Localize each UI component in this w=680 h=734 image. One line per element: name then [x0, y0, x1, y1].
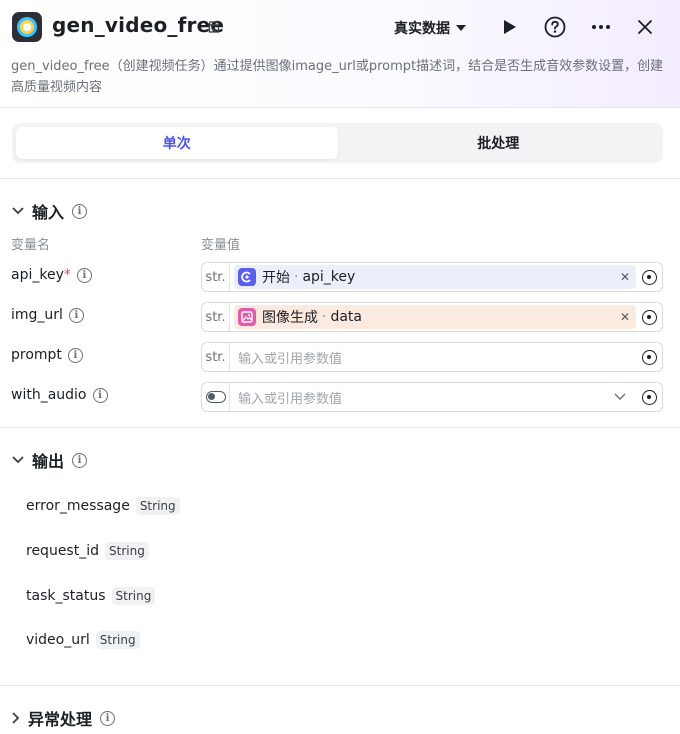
chevron-down-icon[interactable] [614, 393, 626, 401]
target-icon [641, 309, 657, 325]
param-name: img_url [11, 307, 63, 323]
col-variable-value: 变量值 [201, 238, 241, 253]
output-name: request_id [26, 543, 99, 559]
output-type-badge: String [105, 542, 149, 560]
tab-batch[interactable]: 批处理 [338, 127, 660, 159]
play-icon [504, 20, 516, 34]
clear-reference-icon[interactable]: ✕ [620, 270, 630, 284]
divider [0, 685, 680, 686]
tab-single[interactable]: 单次 [16, 127, 338, 159]
close-icon [638, 20, 652, 34]
param-label-api-key: api_key * i [11, 267, 92, 283]
run-mode-tabs: 单次 批处理 [12, 123, 663, 163]
output-name: task_status [26, 588, 106, 604]
type-indicator: str. [202, 263, 230, 291]
ref-node-name: 图像生成 [262, 310, 318, 326]
param-label-prompt: prompt i [11, 347, 83, 363]
run-button[interactable] [498, 15, 522, 39]
info-icon[interactable]: i [68, 307, 84, 323]
required-mark: * [63, 267, 71, 283]
start-node-icon [238, 268, 256, 286]
info-icon[interactable]: i [72, 203, 88, 219]
help-icon [544, 16, 566, 38]
param-name: api_key [11, 267, 64, 283]
chevron-down-icon [12, 207, 24, 215]
output-row: error_message String [26, 497, 180, 515]
param-name: prompt [11, 347, 62, 363]
ref-node-name: 开始 [262, 270, 290, 286]
input-section-toggle[interactable]: 输入 i [12, 199, 88, 223]
ref-variable-name: data [330, 309, 362, 325]
input-section-title: 输入 [32, 203, 65, 222]
type-indicator: str. [202, 303, 230, 331]
output-type-badge: String [95, 631, 140, 649]
type-indicator: str. [202, 343, 230, 371]
output-type-badge: String [135, 497, 180, 515]
output-row: task_status String [26, 587, 156, 605]
variable-reference-tag[interactable]: 开始 · api_key ✕ [234, 265, 636, 289]
reference-picker-button[interactable] [636, 263, 662, 291]
output-section-title: 输出 [32, 452, 65, 471]
help-button[interactable] [543, 15, 567, 39]
output-type-badge: String [111, 587, 156, 605]
ref-variable-name: api_key [302, 269, 356, 285]
data-mode-select[interactable]: 真实数据 [394, 18, 466, 38]
node-description: gen_video_free（创建视频任务）通过提供图像image_url或pr… [11, 59, 664, 95]
param-field-img-url: str. 图像生成 · data ✕ [201, 302, 663, 332]
more-icon [592, 25, 610, 29]
toggle-icon [205, 391, 226, 403]
param-name: with_audio [11, 387, 87, 403]
close-button[interactable] [633, 15, 657, 39]
chevron-right-icon [12, 712, 20, 724]
output-section-toggle[interactable]: 输出 i [12, 448, 88, 472]
col-variable-name: 变量名 [11, 238, 51, 253]
divider [0, 178, 680, 179]
divider [0, 427, 680, 428]
info-icon[interactable]: i [72, 452, 88, 468]
info-icon[interactable]: i [67, 347, 83, 363]
error-handling-section-toggle[interactable]: 异常处理 i [12, 706, 116, 730]
output-row: video_url String [26, 631, 140, 649]
info-icon[interactable]: i [100, 710, 116, 726]
info-icon[interactable]: i [92, 387, 108, 403]
store-icon[interactable] [207, 20, 221, 34]
node-title[interactable]: gen_video_free [52, 13, 224, 37]
reference-picker-button[interactable] [636, 303, 662, 331]
output-name: video_url [26, 632, 90, 648]
target-icon [641, 389, 657, 405]
prompt-input[interactable]: 输入或引用参数值 [238, 348, 636, 367]
param-field-prompt[interactable]: str. 输入或引用参数值 [201, 342, 663, 372]
with-audio-select[interactable]: 输入或引用参数值 [238, 388, 614, 407]
boolean-type-indicator [202, 383, 230, 411]
plugin-icon [12, 12, 42, 42]
info-icon[interactable]: i [76, 267, 92, 283]
target-icon [641, 269, 657, 285]
data-mode-label: 真实数据 [394, 21, 450, 37]
output-row: request_id String [26, 542, 149, 560]
reference-picker-button[interactable] [636, 383, 662, 411]
param-label-img-url: img_url i [11, 307, 84, 323]
target-icon [641, 349, 657, 365]
chevron-down-icon [12, 456, 24, 464]
more-button[interactable] [589, 15, 613, 39]
clear-reference-icon[interactable]: ✕ [620, 310, 630, 324]
variable-reference-tag[interactable]: 图像生成 · data ✕ [234, 305, 636, 329]
caret-down-icon [456, 24, 466, 31]
reference-picker-button[interactable] [636, 343, 662, 371]
error-handling-section-title: 异常处理 [28, 710, 93, 729]
param-field-with-audio[interactable]: 输入或引用参数值 [201, 382, 663, 412]
output-name: error_message [26, 498, 130, 514]
param-label-with-audio: with_audio i [11, 387, 108, 403]
node-header: gen_video_free 真实数据 gen_video_free（创建视频任… [0, 0, 680, 108]
image-generation-node-icon [238, 308, 256, 326]
param-field-api-key: str. 开始 · api_key ✕ [201, 262, 663, 292]
